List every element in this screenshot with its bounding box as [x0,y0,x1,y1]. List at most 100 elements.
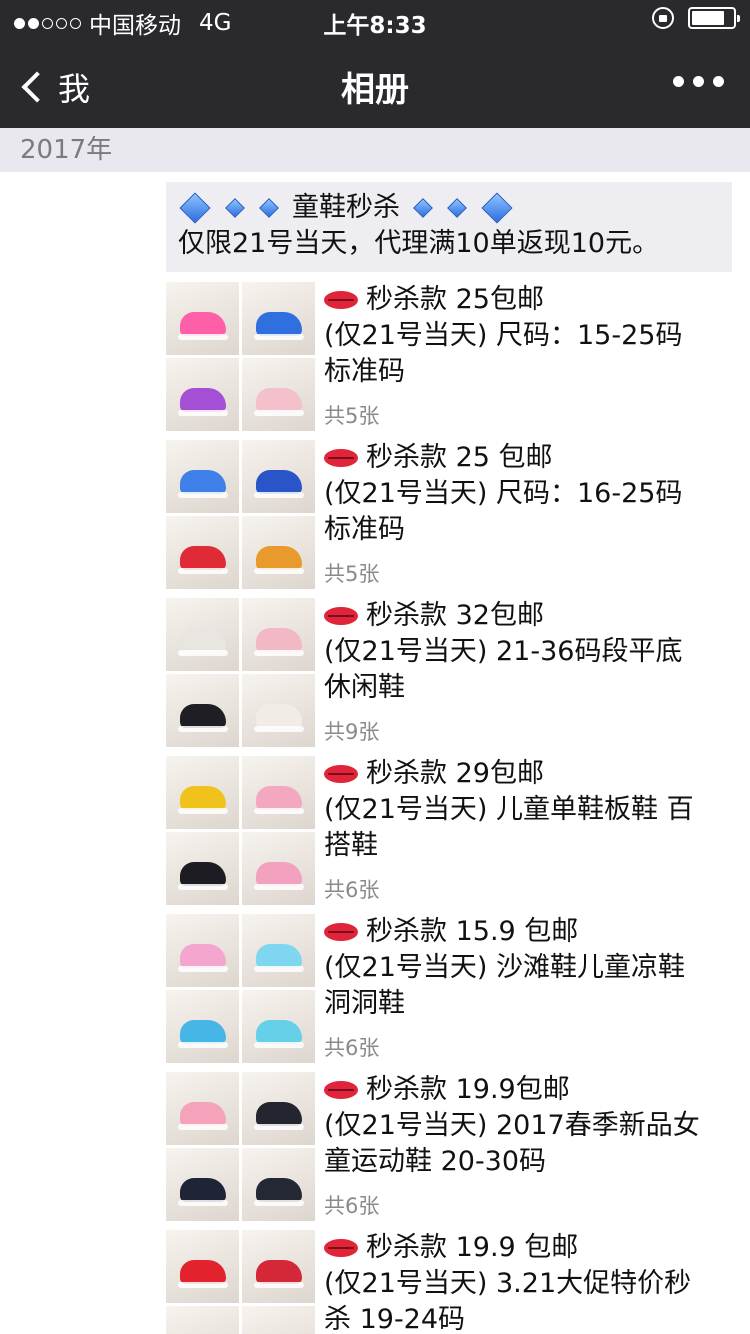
photo-thumbnail[interactable] [166,440,239,513]
blue-diamond-icon [413,198,433,218]
photo-thumbnail[interactable] [166,990,239,1063]
photo-thumbnail[interactable] [166,1072,239,1145]
photo-thumbnail[interactable] [242,674,315,747]
photo-grid[interactable] [166,598,316,748]
photo-thumbnail[interactable] [166,516,239,589]
shoe-sole-icon [254,1282,304,1288]
post-text: 秒杀款 32包邮 (仅21号当天) 21-36码段平底 休闲鞋 [324,598,734,706]
page-title: 相册 [341,70,409,110]
shoe-icon [256,944,302,968]
shoe-icon [180,862,226,886]
post-text: 秒杀款 25 包邮 (仅21号当天) 尺码：16-25码 标准码 [324,440,734,548]
photo-count: 共5张 [324,404,380,428]
photo-thumbnail[interactable] [166,914,239,987]
photo-thumbnail[interactable] [166,598,239,671]
shoe-icon [180,704,226,728]
photo-thumbnail[interactable] [242,914,315,987]
post-description-cont: 标准码 [324,514,405,545]
shoe-icon [180,388,226,412]
shoe-sole-icon [178,492,228,498]
shoe-sole-icon [178,1042,228,1048]
shoe-sole-icon [178,568,228,574]
photo-thumbnail[interactable] [242,990,315,1063]
photo-count: 共9张 [324,720,380,744]
photo-thumbnail[interactable] [166,832,239,905]
blue-diamond-icon [481,192,513,224]
shoe-sole-icon [254,808,304,814]
shoe-icon [180,1020,226,1044]
shoe-sole-icon [178,1282,228,1288]
album-post[interactable]: 秒杀款 25 包邮 (仅21号当天) 尺码：16-25码 标准码 共5张 [166,440,732,594]
status-bar: 中国移动 4G 上午8:33 [0,0,750,40]
photo-thumbnail[interactable] [166,358,239,431]
photo-grid[interactable] [166,440,316,590]
album-post[interactable]: 秒杀款 29包邮 (仅21号当天) 儿童单鞋板鞋 百搭鞋 共6张 [166,756,732,910]
post-text: 秒杀款 19.9 包邮 (仅21号当天) 3.21大促特价秒杀 19-24码 [324,1230,734,1334]
shoe-sole-icon [254,492,304,498]
album-post[interactable]: 秒杀款 15.9 包邮 (仅21号当天) 沙滩鞋儿童凉鞋 洞洞鞋 共6张 [166,914,732,1068]
photo-thumbnail[interactable] [242,832,315,905]
post-description-cont: 杀 19-24码 [324,1304,466,1334]
album-post[interactable]: 秒杀款 32包邮 (仅21号当天) 21-36码段平底 休闲鞋共9张 [166,598,732,752]
shoe-icon [256,312,302,336]
album-post[interactable]: 秒杀款 19.9 包邮 (仅21号当天) 3.21大促特价秒杀 19-24码 [166,1230,732,1334]
shoe-sole-icon [254,1124,304,1130]
notice-title: 童鞋秒杀 [292,192,400,223]
status-right [652,7,740,29]
photo-grid[interactable] [166,1230,316,1334]
photo-thumbnail[interactable] [242,1072,315,1145]
photo-grid[interactable] [166,282,316,432]
post-price-line: 秒杀款 32包邮 [324,598,734,634]
shoe-sole-icon [178,334,228,340]
photo-thumbnail[interactable] [166,756,239,829]
photo-thumbnail[interactable] [242,440,315,513]
lips-icon [324,1239,358,1257]
shoe-sole-icon [178,1200,228,1206]
photo-thumbnail[interactable] [166,674,239,747]
photo-thumbnail[interactable] [242,598,315,671]
photo-grid[interactable] [166,914,316,1064]
post-text: 秒杀款 15.9 包邮 (仅21号当天) 沙滩鞋儿童凉鞋 洞洞鞋 [324,914,734,1022]
status-time: 上午8:33 [323,13,427,39]
post-price-line: 秒杀款 15.9 包邮 [324,914,734,950]
post-description: (仅21号当天) 沙滩鞋儿童凉鞋 [324,952,686,983]
shoe-sole-icon [254,334,304,340]
shoe-icon [256,862,302,886]
photo-thumbnail[interactable] [166,282,239,355]
photo-grid[interactable] [166,1072,316,1222]
album-post[interactable]: 秒杀款 19.9包邮 (仅21号当天) 2017春季新品女 童运动鞋 20-30码共… [166,1072,732,1226]
photo-thumbnail[interactable] [166,1230,239,1303]
post-description: (仅21号当天) 3.21大促特价秒 [324,1268,692,1299]
shoe-icon [180,1178,226,1202]
shoe-sole-icon [178,966,228,972]
more-options-button[interactable] [673,76,724,87]
post-description-cont: 标准码 [324,356,405,387]
photo-grid[interactable] [166,756,316,906]
lips-icon [324,923,358,941]
shoe-sole-icon [178,650,228,656]
blue-diamond-icon [259,198,279,218]
blue-diamond-icon [225,198,245,218]
photo-thumbnail[interactable] [242,1306,315,1334]
shoe-sole-icon [254,650,304,656]
photo-thumbnail[interactable] [242,1230,315,1303]
shoe-icon [256,1260,302,1284]
photo-thumbnail[interactable] [242,282,315,355]
shoe-icon [180,1260,226,1284]
photo-thumbnail[interactable] [242,358,315,431]
shoe-icon [256,470,302,494]
photo-count: 共6张 [324,1194,380,1218]
rotation-lock-icon [652,7,674,29]
photo-thumbnail[interactable] [166,1148,239,1221]
post-description: (仅21号当天) 21-36码段平底 [324,636,683,667]
notice-post[interactable]: 童鞋秒杀 仅限21号当天，代理满10单返现10元。 [166,182,732,272]
photo-thumbnail[interactable] [242,1148,315,1221]
photo-thumbnail[interactable] [166,1306,239,1334]
post-price-line: 秒杀款 25 包邮 [324,440,734,476]
shoe-sole-icon [178,884,228,890]
more-dot-icon [693,76,704,87]
shoe-sole-icon [178,808,228,814]
photo-thumbnail[interactable] [242,516,315,589]
photo-thumbnail[interactable] [242,756,315,829]
album-post[interactable]: 秒杀款 25包邮 (仅21号当天) 尺码：15-25码 标准码 共5张 [166,282,732,436]
